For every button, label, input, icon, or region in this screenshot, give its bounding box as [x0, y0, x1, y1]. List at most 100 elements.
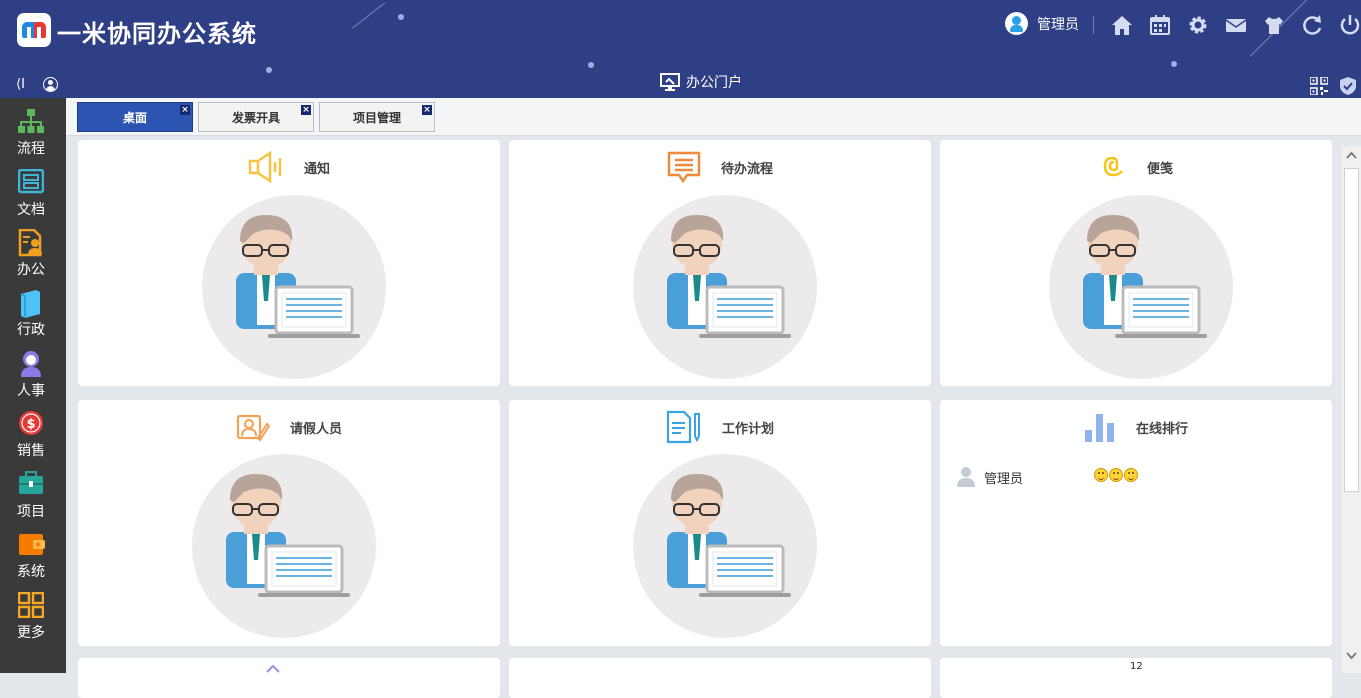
user-menu[interactable]: 管理员	[1005, 12, 1079, 35]
document-icon	[18, 169, 44, 194]
dollar-icon: $	[19, 411, 43, 435]
grid-icon	[18, 592, 44, 618]
shirt-icon[interactable]	[1261, 12, 1287, 38]
sidebar-item-hr[interactable]: 人事	[0, 340, 62, 400]
scroll-down-arrow-icon[interactable]	[1342, 647, 1361, 665]
shield-icon[interactable]	[1339, 76, 1357, 96]
tab-project-management[interactable]: 项目管理 ×	[319, 102, 435, 132]
sidebar-item-project[interactable]: 项目	[0, 461, 62, 521]
note-icon	[1103, 156, 1123, 177]
tab-invoice[interactable]: 发票开具 ×	[198, 102, 314, 132]
online-level-icons	[1094, 468, 1139, 482]
sidebar-item-label: 项目	[17, 504, 45, 520]
tab-bar: 桌面 × 发票开具 × 项目管理 ×	[66, 98, 1361, 136]
user-profile-icon[interactable]	[43, 77, 58, 92]
sidebar-item-label: 销售	[17, 443, 45, 459]
left-sidebar: 流程 文档 办公 行政 人事 $ 销售 项目 系统 更多	[0, 98, 66, 673]
note-card: 便笺	[940, 140, 1332, 386]
worker-illustration	[633, 195, 817, 379]
mail-icon[interactable]	[1223, 12, 1249, 38]
calendar-icon[interactable]	[1147, 12, 1173, 38]
worker-illustration	[202, 195, 386, 379]
sidebar-item-system[interactable]: 系统	[0, 521, 62, 581]
worker-illustration	[1049, 195, 1233, 379]
empty-illustration	[633, 195, 817, 379]
empty-illustration	[1049, 195, 1233, 379]
office-icon	[18, 229, 42, 257]
sidebar-item-label: 流程	[17, 141, 45, 157]
card-icon	[266, 665, 280, 673]
tab-label: 桌面	[122, 111, 147, 125]
tab-close-button[interactable]: ×	[301, 105, 311, 115]
office-portal-title[interactable]: 办公门户	[660, 72, 742, 92]
sidebar-item-label: 人事	[17, 383, 45, 399]
sidebar-item-office[interactable]: 办公	[0, 219, 62, 279]
dashboard-content: 通知 待办流程 便笺 请假人员 工作计划 在线排行 管理员	[66, 136, 1342, 698]
smile-icon	[1094, 468, 1108, 482]
card-title: 便笺	[1146, 161, 1173, 177]
work-plan-card: 工作计划	[509, 400, 931, 646]
collapse-sidebar-button[interactable]: ⟨I	[16, 77, 25, 92]
home-icon[interactable]	[1109, 12, 1135, 38]
leave-person-icon	[236, 414, 270, 442]
sidebar-item-label: 办公	[17, 262, 45, 278]
power-icon[interactable]	[1337, 12, 1361, 38]
plan-document-icon	[666, 410, 700, 444]
user-avatar-icon	[1005, 12, 1028, 35]
worker-illustration	[633, 454, 817, 638]
ranking-row: 管理员	[956, 466, 1023, 488]
dashboard-card	[78, 658, 500, 698]
sidebar-item-label: 文档	[17, 202, 45, 218]
user-name: 管理员	[1037, 16, 1079, 33]
scroll-thumb[interactable]	[1344, 168, 1359, 492]
portal-label: 办公门户	[686, 75, 742, 91]
sidebar-item-more[interactable]: 更多	[0, 582, 62, 642]
leave-persons-card: 请假人员	[78, 400, 500, 646]
count-badge: 12	[1130, 661, 1143, 672]
card-title: 待办流程	[720, 161, 773, 177]
wallet-icon	[19, 534, 45, 555]
decor-star	[588, 62, 594, 68]
bar-chart-icon	[1084, 414, 1114, 442]
svg-text:$: $	[26, 417, 35, 432]
vertical-scrollbar[interactable]	[1342, 146, 1361, 673]
tab-label: 项目管理	[352, 111, 401, 125]
flow-icon	[18, 109, 44, 133]
divider	[1093, 16, 1094, 34]
qr-code-icon[interactable]	[1310, 77, 1328, 95]
tab-close-button[interactable]: ×	[422, 105, 432, 115]
tab-desktop[interactable]: 桌面 ×	[77, 102, 193, 132]
sidebar-item-document[interactable]: 文档	[0, 159, 62, 219]
decor-line	[351, 2, 386, 29]
todo-flow-card: 待办流程	[509, 140, 931, 386]
ranking-user-name: 管理员	[984, 471, 1024, 487]
top-header: 一米协同办公系统 管理员 ⟨I 办公门户	[0, 0, 1361, 98]
monitor-icon	[660, 73, 680, 91]
speaker-icon	[248, 151, 282, 183]
smile-icon	[1124, 468, 1138, 482]
sidebar-item-label: 行政	[17, 322, 45, 338]
card-title: 通知	[303, 161, 330, 177]
sidebar-item-admin[interactable]: 行政	[0, 279, 62, 339]
decor-star	[398, 14, 404, 20]
tab-label: 发票开具	[231, 111, 280, 125]
decor-star	[266, 67, 272, 73]
smile-icon	[1109, 468, 1123, 482]
online-ranking-card: 在线排行 管理员	[940, 400, 1332, 646]
card-title: 工作计划	[721, 421, 774, 437]
refresh-icon[interactable]	[1299, 12, 1325, 38]
worker-illustration	[192, 454, 376, 638]
card-title: 在线排行	[1135, 421, 1188, 437]
sidebar-item-sales[interactable]: $ 销售	[0, 400, 62, 460]
decor-star	[1171, 61, 1177, 67]
dashboard-card	[509, 658, 931, 698]
tab-close-button[interactable]: ×	[180, 105, 190, 115]
empty-illustration	[633, 454, 817, 638]
sidebar-item-flow[interactable]: 流程	[0, 98, 62, 158]
user-icon	[957, 467, 975, 487]
empty-illustration	[202, 195, 386, 379]
scroll-up-arrow-icon[interactable]	[1342, 146, 1361, 164]
person-icon	[21, 351, 41, 377]
gear-icon[interactable]	[1185, 12, 1211, 38]
notice-card: 通知	[78, 140, 500, 386]
